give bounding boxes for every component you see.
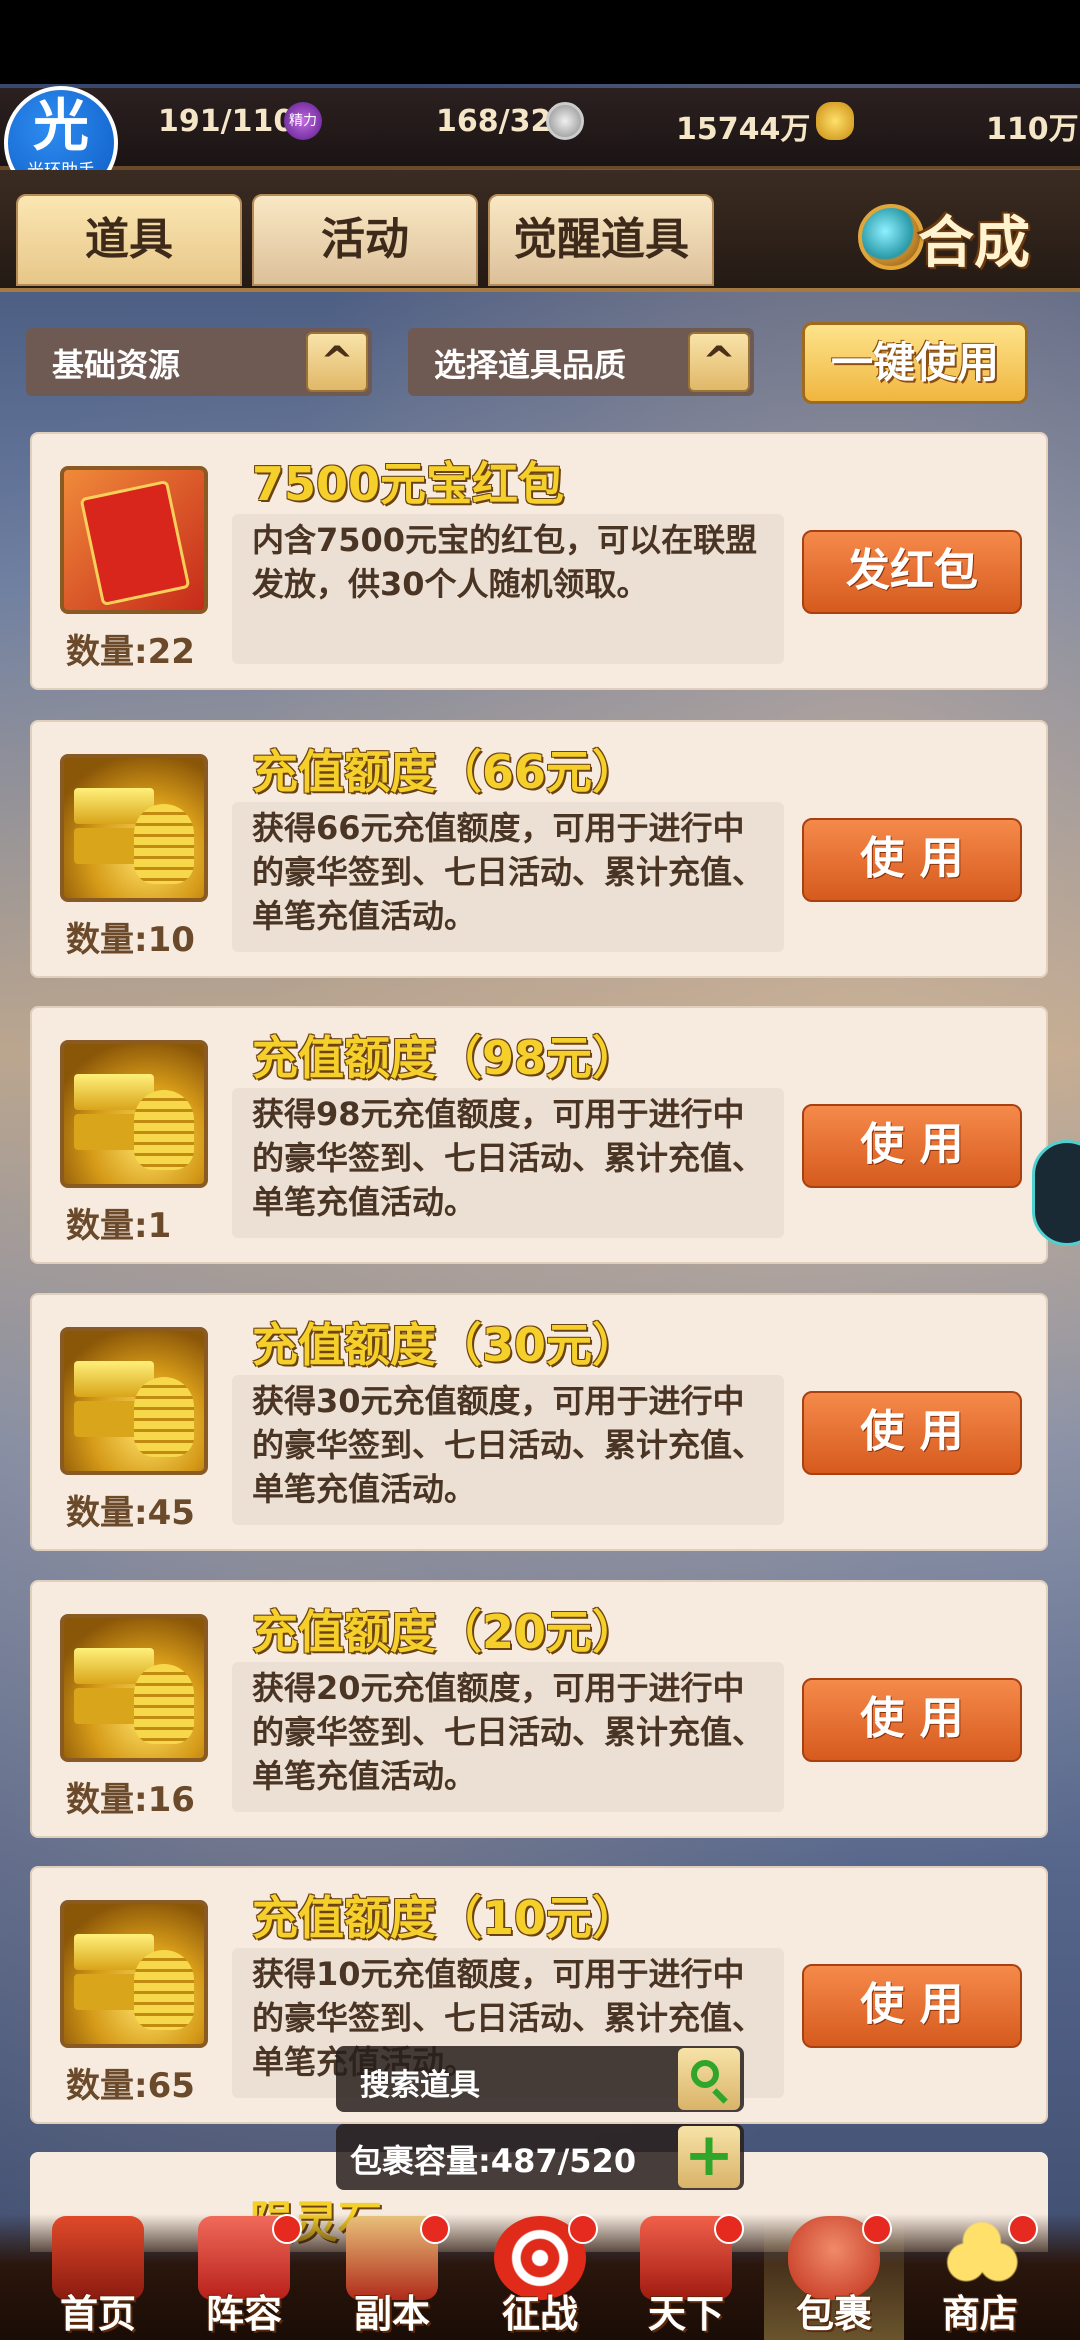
- nav-label: 副本: [353, 2292, 430, 2336]
- gold-ingot-icon: [816, 102, 854, 140]
- one-key-use-button[interactable]: 一键使用: [802, 322, 1028, 404]
- item-title: 充值额度（10元）: [252, 1891, 639, 1945]
- item-title: 充值额度（20元）: [252, 1605, 639, 1659]
- stamina-value: 191/110: [158, 104, 295, 139]
- use-button[interactable]: 使 用: [802, 1678, 1022, 1762]
- gold-bars-icon: [60, 1040, 208, 1188]
- nav-label: 天下: [647, 2292, 724, 2336]
- chevron-up-icon[interactable]: ^: [306, 332, 368, 392]
- notification-dot: [420, 2214, 450, 2244]
- chevron-up-icon[interactable]: ^: [688, 332, 750, 392]
- red-envelope-icon: [60, 466, 208, 614]
- item-card: 数量:16 充值额度（20元） 获得20元充值额度，可用于进行中的豪华签到、七日…: [30, 1580, 1048, 1838]
- silver-value: 15744万: [676, 112, 811, 147]
- silver-coin-icon: [546, 102, 584, 140]
- use-button[interactable]: 使 用: [802, 818, 1022, 902]
- bag-capacity-label: 包裹容量:487/520: [350, 2142, 637, 2180]
- item-title: 充值额度（66元）: [252, 745, 639, 799]
- use-button[interactable]: 使 用: [802, 1964, 1022, 2048]
- notification-dot: [862, 2214, 892, 2244]
- status-bar: [0, 0, 1080, 84]
- notification-dot: [272, 2214, 302, 2244]
- item-title: 7500元宝红包: [252, 457, 565, 511]
- search-icon: [691, 2060, 719, 2088]
- item-description: 获得20元充值额度，可用于进行中的豪华签到、七日活动、累计充值、单笔充值活动。: [232, 1662, 784, 1812]
- nav-bag[interactable]: 包裹: [764, 2214, 904, 2340]
- tab-items[interactable]: 道具: [16, 194, 242, 286]
- nav-label: 首页: [59, 2292, 136, 2336]
- bottom-nav: 首页 阵容 副本 征战 天下 包裹 商店: [0, 2214, 1080, 2340]
- nav-label: 商店: [941, 2292, 1018, 2336]
- nav-dungeon[interactable]: 副本: [322, 2214, 462, 2340]
- item-card: 数量:10 充值额度（66元） 获得66元充值额度，可用于进行中的豪华签到、七日…: [30, 720, 1048, 978]
- nav-label: 征战: [501, 2292, 578, 2336]
- search-button[interactable]: [678, 2048, 740, 2110]
- item-quantity: 数量:10: [66, 920, 195, 960]
- synthesize-label: 合成: [918, 211, 1030, 276]
- assistant-logo: 光: [33, 94, 89, 159]
- synthesize-button[interactable]: 合成: [858, 192, 1058, 282]
- search-items-bar[interactable]: 搜索道具: [336, 2046, 744, 2112]
- item-quantity: 数量:65: [66, 2066, 195, 2106]
- item-quantity: 数量:22: [66, 632, 195, 672]
- nav-shop[interactable]: 商店: [910, 2214, 1050, 2340]
- gold-bars-icon: [60, 1327, 208, 1475]
- nav-home[interactable]: 首页: [28, 2214, 168, 2340]
- search-label: 搜索道具: [360, 2068, 480, 2103]
- item-title: 充值额度（98元）: [252, 1031, 639, 1085]
- item-quantity: 数量:45: [66, 1493, 195, 1533]
- use-button[interactable]: 使 用: [802, 1391, 1022, 1475]
- nav-label: 阵容: [205, 2292, 282, 2336]
- quality-label: 选择道具品质: [434, 346, 627, 384]
- item-quantity: 数量:16: [66, 1780, 195, 1820]
- resource-type-dropdown[interactable]: 基础资源 ^: [26, 328, 372, 396]
- gold-bars-icon: [60, 1614, 208, 1762]
- notification-dot: [714, 2214, 744, 2244]
- expand-capacity-button[interactable]: +: [678, 2125, 740, 2188]
- resource-bar: 191/110 精力 168/32 15744万 110万: [0, 88, 1080, 169]
- item-card: 数量:45 充值额度（30元） 获得30元充值额度，可用于进行中的豪华签到、七日…: [30, 1293, 1048, 1551]
- quality-dropdown[interactable]: 选择道具品质 ^: [408, 328, 754, 396]
- gold-bars-icon: [60, 1900, 208, 2048]
- item-quantity: 数量:1: [66, 1206, 172, 1246]
- tab-activity[interactable]: 活动: [252, 194, 478, 286]
- synthesize-gem-icon: [858, 204, 924, 270]
- notification-dot: [1008, 2214, 1038, 2244]
- nav-world[interactable]: 天下: [616, 2214, 756, 2340]
- item-card: 数量:1 充值额度（98元） 获得98元充值额度，可用于进行中的豪华签到、七日活…: [30, 1006, 1048, 1264]
- item-description: 获得98元充值额度，可用于进行中的豪华签到、七日活动、累计充值、单笔充值活动。: [232, 1088, 784, 1238]
- bag-capacity-bar: 包裹容量:487/520 +: [336, 2124, 744, 2190]
- gold-value: 110万: [986, 112, 1079, 147]
- resource-type-label: 基础资源: [52, 346, 181, 384]
- notification-dot: [568, 2214, 598, 2244]
- gold-bars-icon: [60, 754, 208, 902]
- item-title: 充值额度（30元）: [252, 1318, 639, 1372]
- nav-lineup[interactable]: 阵容: [174, 2214, 314, 2340]
- item-description: 内含7500元宝的红包，可以在联盟发放，供30个人随机领取。: [232, 514, 784, 664]
- tab-awaken-items[interactable]: 觉醒道具: [488, 194, 714, 286]
- side-floating-widget[interactable]: [1032, 1140, 1080, 1246]
- nav-label: 包裹: [795, 2292, 872, 2336]
- energy-icon: 精力: [284, 102, 322, 140]
- item-description: 获得66元充值额度，可用于进行中的豪华签到、七日活动、累计充值、单笔充值活动。: [232, 802, 784, 952]
- send-red-envelope-button[interactable]: 发红包: [802, 530, 1022, 614]
- nav-battle[interactable]: 征战: [470, 2214, 610, 2340]
- item-card: 数量:22 7500元宝红包 内含7500元宝的红包，可以在联盟发放，供30个人…: [30, 432, 1048, 690]
- item-description: 获得30元充值额度，可用于进行中的豪华签到、七日活动、累计充值、单笔充值活动。: [232, 1375, 784, 1525]
- energy-value: 168/32: [436, 104, 552, 139]
- use-button[interactable]: 使 用: [802, 1104, 1022, 1188]
